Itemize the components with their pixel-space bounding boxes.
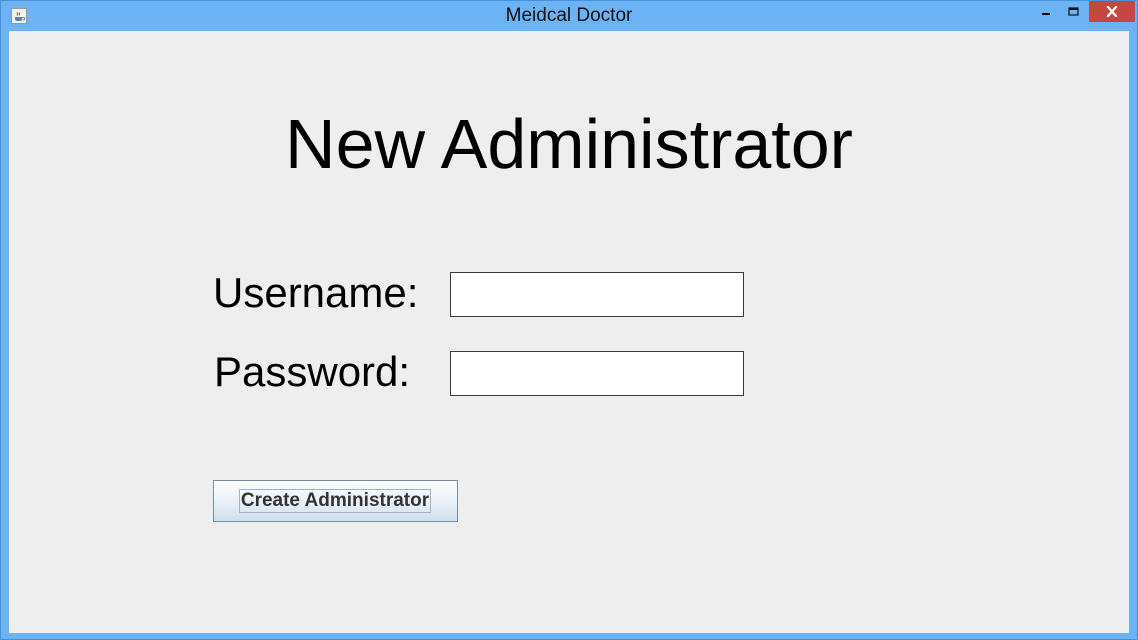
- app-window: Meidcal Doctor New Administrator Usernam…: [0, 0, 1138, 640]
- password-label: Password:: [214, 348, 411, 395]
- create-administrator-button-label: Create Administrator: [239, 489, 431, 513]
- minimize-button[interactable]: [1033, 1, 1059, 22]
- title-bar[interactable]: Meidcal Doctor: [1, 1, 1137, 31]
- page-title: New Administrator: [285, 105, 853, 183]
- minimize-icon: [1042, 12, 1050, 15]
- content-panel: New Administrator Username: Password: Cr…: [9, 31, 1129, 633]
- maximize-icon: [1067, 6, 1079, 16]
- maximize-button[interactable]: [1060, 1, 1086, 22]
- window-title: Meidcal Doctor: [505, 5, 633, 26]
- close-button[interactable]: [1089, 1, 1135, 22]
- username-label: Username:: [213, 269, 419, 316]
- close-icon: [1106, 6, 1118, 17]
- username-field[interactable]: [450, 272, 744, 317]
- password-field[interactable]: [450, 351, 744, 396]
- create-administrator-button[interactable]: Create Administrator: [213, 480, 458, 522]
